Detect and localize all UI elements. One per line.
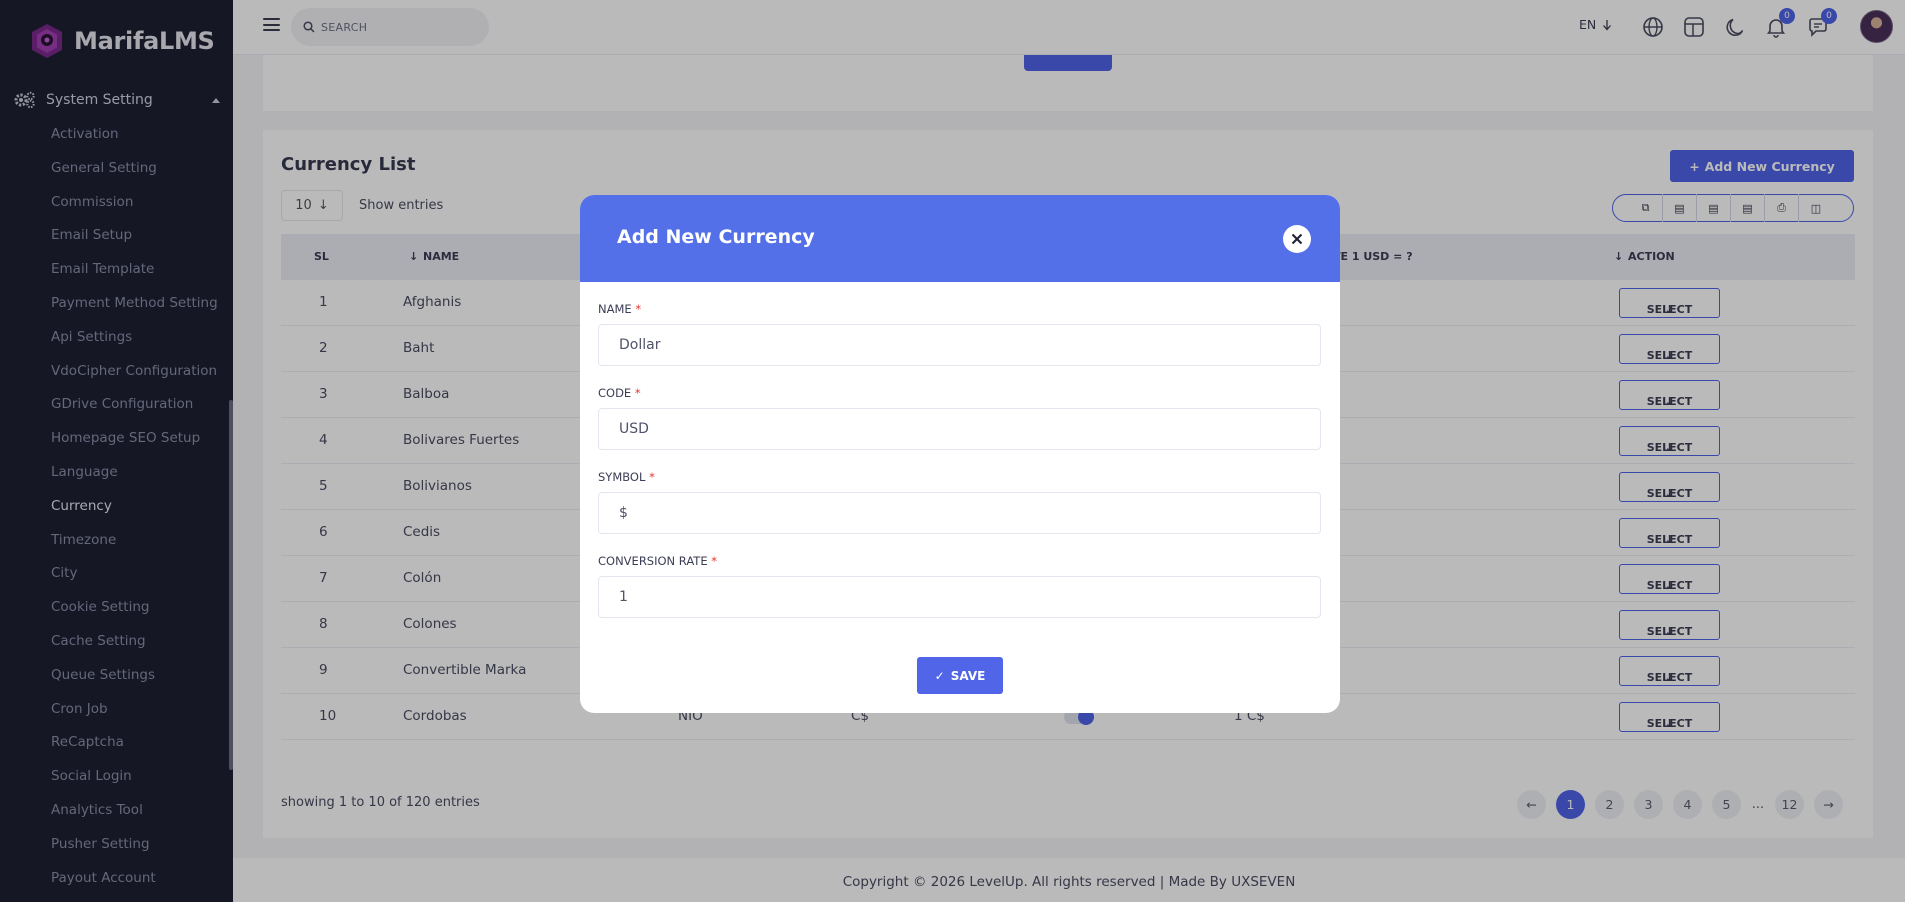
conversion-rate-field: CONVERSION RATE *	[598, 554, 1321, 618]
save-button[interactable]: ✓ SAVE	[917, 657, 1003, 694]
symbol-field: SYMBOL *	[598, 470, 1321, 534]
add-currency-modal: Add New Currency NAME * CODE * SYMBOL * …	[580, 195, 1340, 713]
save-label: SAVE	[950, 668, 986, 683]
code-field: CODE *	[598, 386, 1321, 450]
close-button[interactable]	[1283, 225, 1311, 253]
modal-title: Add New Currency	[617, 226, 815, 248]
close-icon	[1291, 233, 1303, 245]
symbol-label: SYMBOL *	[598, 470, 655, 484]
code-input[interactable]	[598, 408, 1321, 450]
modal-header: Add New Currency	[580, 195, 1340, 282]
conversion-rate-input[interactable]	[598, 576, 1321, 618]
name-label: NAME *	[598, 302, 642, 316]
code-label: CODE *	[598, 386, 641, 400]
name-input[interactable]	[598, 324, 1321, 366]
symbol-input[interactable]	[598, 492, 1321, 534]
conversion-rate-label: CONVERSION RATE *	[598, 554, 718, 568]
check-icon: ✓	[934, 668, 945, 683]
name-field: NAME *	[598, 302, 1321, 366]
